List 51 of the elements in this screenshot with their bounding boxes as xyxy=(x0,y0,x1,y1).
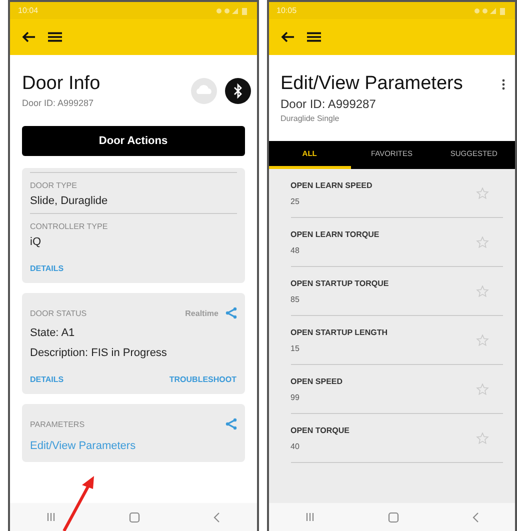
star-icon[interactable] xyxy=(476,236,489,248)
share-icon[interactable] xyxy=(224,418,236,430)
field-label: DOOR TYPE xyxy=(30,181,78,190)
status-icons xyxy=(473,6,507,14)
realtime-label: Realtime xyxy=(184,308,218,318)
parameter-name: OPEN TORQUE xyxy=(290,426,350,434)
section-label: PARAMETERS xyxy=(30,420,85,428)
star-icon[interactable] xyxy=(476,432,489,444)
parameter-value: 99 xyxy=(290,392,300,402)
status-text: State: A1 xyxy=(30,327,76,339)
share-icon[interactable] xyxy=(224,307,236,319)
back-icon[interactable] xyxy=(472,512,479,522)
door-id: Door ID: A999287 xyxy=(280,97,377,111)
parameter-name: OPEN SPEED xyxy=(290,376,344,386)
door-id: Door ID: A999287 xyxy=(22,98,95,108)
parameter-name: OPEN LEARN SPEED xyxy=(290,180,374,190)
status-time: 10:04 xyxy=(18,6,38,15)
back-icon[interactable] xyxy=(213,512,220,522)
back-arrow-icon[interactable] xyxy=(22,31,36,43)
status-text: Description: FIS in Progress xyxy=(30,347,168,359)
parameter-value: 15 xyxy=(290,344,300,352)
back-arrow-icon[interactable] xyxy=(280,31,294,43)
parameter-value: 85 xyxy=(290,294,300,304)
menu-icon[interactable] xyxy=(48,32,62,42)
more-options-icon[interactable] xyxy=(502,79,505,90)
star-icon[interactable] xyxy=(476,334,489,346)
parameter-value: 25 xyxy=(290,196,300,206)
recent-apps-icon[interactable] xyxy=(304,512,315,522)
star-icon[interactable] xyxy=(476,382,489,396)
parameter-name: OPEN STARTUP TORQUE xyxy=(290,278,390,288)
field-value: iQ xyxy=(30,236,42,248)
door-model: Duraglide Single xyxy=(280,114,340,123)
field-value: Slide, Duraglide xyxy=(30,195,109,207)
status-time: 10:05 xyxy=(276,6,297,15)
home-icon[interactable] xyxy=(388,512,399,522)
parameter-value: 48 xyxy=(290,246,300,254)
screen-title: Edit/View Parameters xyxy=(280,73,464,95)
screen-title: Door Info xyxy=(22,73,102,95)
star-icon[interactable] xyxy=(476,284,489,298)
star-icon[interactable] xyxy=(476,186,489,200)
field-label: CONTROLLER TYPE xyxy=(30,222,109,231)
door-actions-button[interactable]: Door Actions xyxy=(22,126,244,156)
recent-apps-icon[interactable] xyxy=(46,512,56,522)
parameter-name: OPEN LEARN TORQUE xyxy=(290,230,380,238)
home-icon[interactable] xyxy=(129,512,140,522)
parameter-value: 40 xyxy=(290,442,300,450)
bluetooth-icon[interactable] xyxy=(224,78,250,104)
section-label: DOOR STATUS xyxy=(30,308,87,318)
menu-icon[interactable] xyxy=(306,32,320,42)
status-icons xyxy=(214,6,248,14)
parameter-name: OPEN STARTUP LENGTH xyxy=(290,328,389,336)
